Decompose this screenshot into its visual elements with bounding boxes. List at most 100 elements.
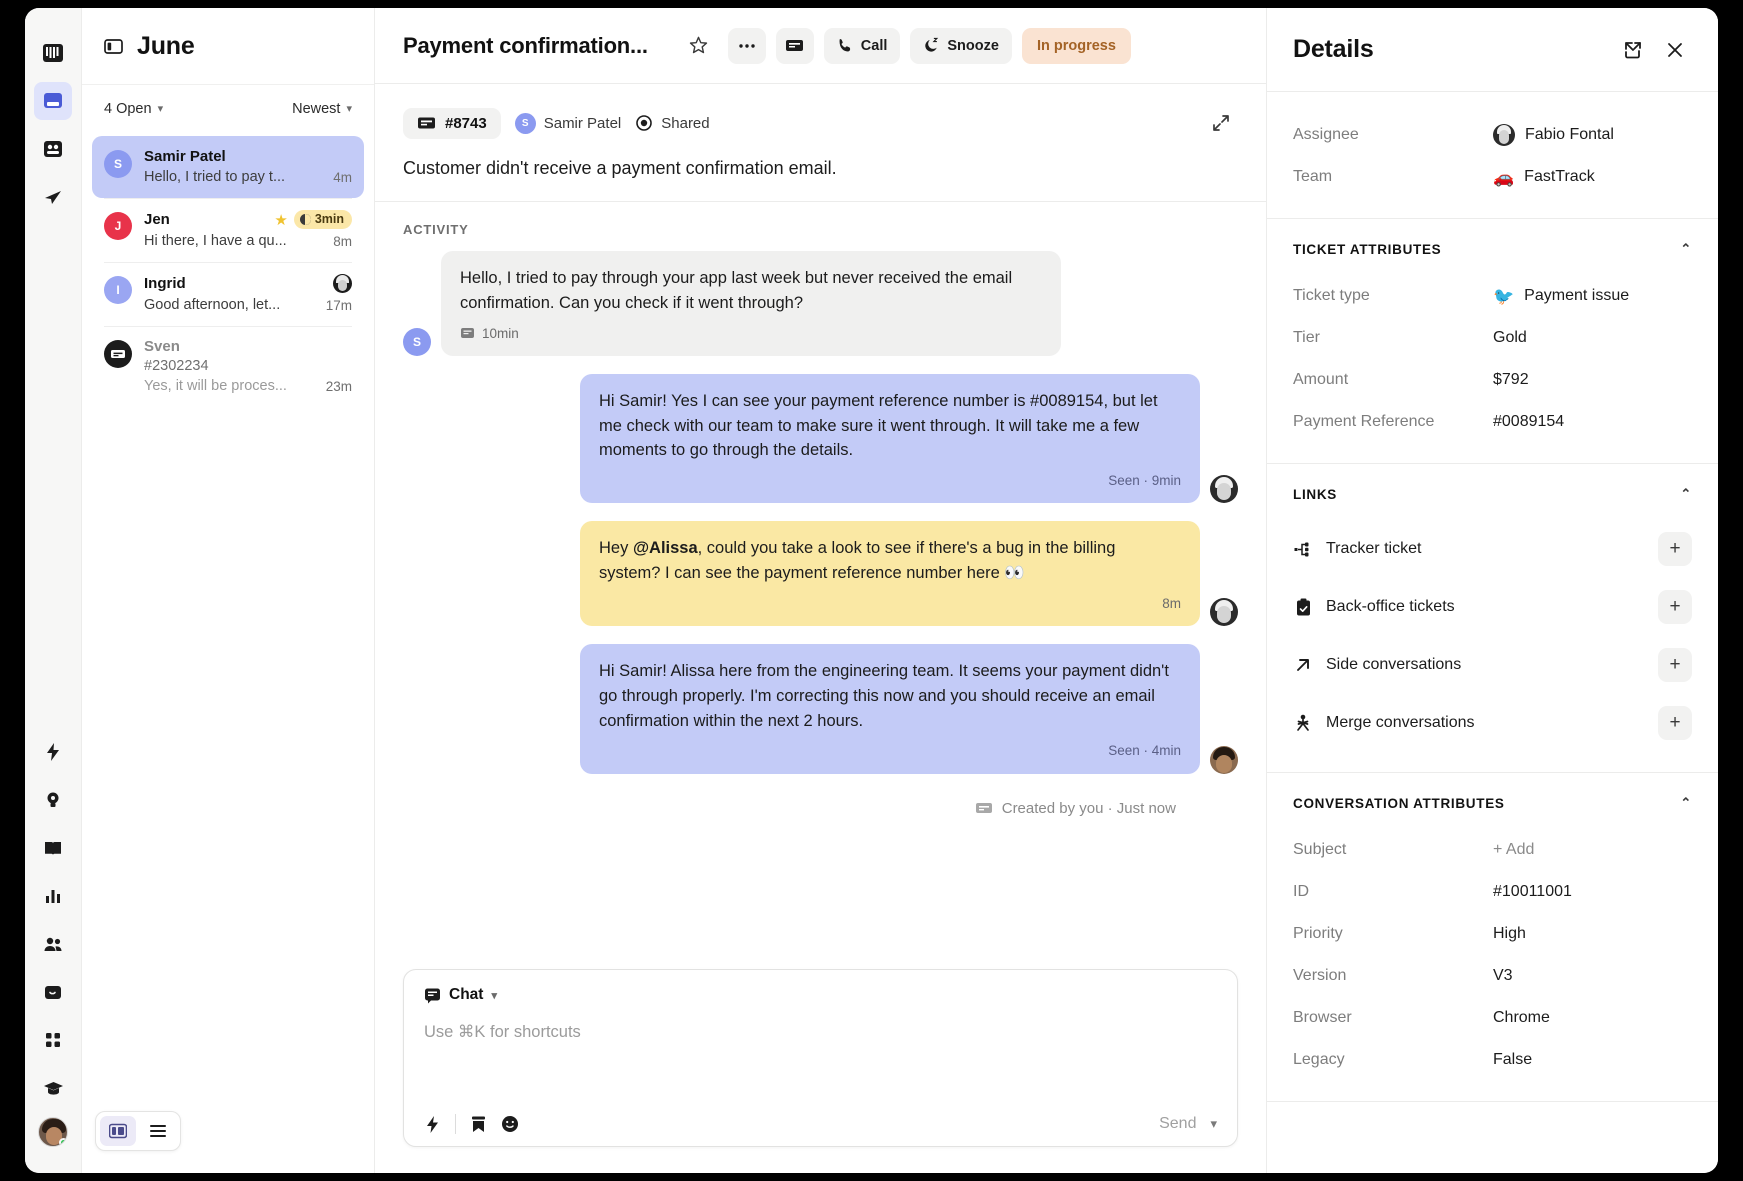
detail-value: 🐦 Payment issue [1493, 287, 1629, 305]
link-row-back-office-tickets[interactable]: Back-office tickets + [1293, 578, 1692, 636]
list-item[interactable]: S Samir Patel Hello, I tried to pay t...… [92, 136, 364, 198]
open-external-icon[interactable] [1616, 33, 1650, 67]
expand-button[interactable] [1204, 106, 1238, 140]
detail-row-id[interactable]: ID #10011001 [1293, 871, 1692, 913]
send-icon[interactable] [34, 178, 72, 216]
detail-row-browser[interactable]: Browser Chrome [1293, 997, 1692, 1039]
contacts-icon[interactable] [34, 130, 72, 168]
book-icon[interactable] [34, 829, 72, 867]
message-bubble[interactable]: Hello, I tried to pay through your app l… [441, 251, 1061, 356]
ticket-button[interactable] [775, 27, 814, 64]
list-item-time: 4m [333, 170, 352, 185]
logo-icon[interactable] [34, 34, 72, 72]
ticket-attributes-header[interactable]: TICKET ATTRIBUTES ⌃ [1293, 241, 1692, 257]
sort-filter[interactable]: Newest ▾ [292, 101, 352, 117]
message-meta: 10min [460, 324, 1042, 344]
emoji-icon[interactable] [501, 1115, 519, 1133]
apps-grid-icon[interactable] [34, 1021, 72, 1059]
car-icon: 🚗 [1493, 167, 1515, 187]
section-heading: TICKET ATTRIBUTES [1293, 241, 1442, 257]
star-button[interactable] [680, 28, 718, 64]
composer-mode-selector[interactable]: Chat ▾ [424, 986, 1217, 1004]
snooze-button[interactable]: Snooze [910, 27, 1012, 64]
details-top-section: Assignee Fabio Fontal Team 🚗 FastTrack [1267, 92, 1718, 219]
clipboard-icon [1293, 598, 1313, 617]
list-item[interactable]: I Ingrid Good afternoon, let... 17m [92, 262, 364, 326]
add-side-conversation-button[interactable]: + [1658, 648, 1692, 682]
academy-cap-icon[interactable] [34, 1069, 72, 1107]
detail-label: Team [1293, 168, 1333, 185]
mention-label[interactable]: @Alissa [633, 539, 698, 557]
conversation-attributes-header[interactable]: CONVERSATION ATTRIBUTES ⌃ [1293, 795, 1692, 811]
detail-row-payment-reference[interactable]: Payment Reference #0089154 [1293, 401, 1692, 443]
list-view-button[interactable] [140, 1116, 176, 1146]
status-badge[interactable]: In progress [1021, 27, 1131, 64]
ticket-number-label: #8743 [445, 114, 487, 132]
link-label: Tracker ticket [1326, 540, 1422, 557]
ticket-visibility[interactable]: Shared [635, 114, 710, 132]
avatar [1210, 598, 1238, 626]
detail-label: Browser [1293, 1009, 1352, 1026]
composer-input[interactable]: Use ⌘K for shortcuts [424, 1004, 1217, 1114]
list-item[interactable]: J Jen ★ 3min Hi there, I have a qu... 8m [92, 198, 364, 262]
ticket-customer[interactable]: S Samir Patel [514, 112, 621, 134]
detail-value-label: Chrome [1493, 1009, 1550, 1026]
detail-row-priority[interactable]: Priority High [1293, 913, 1692, 955]
call-button-label: Call [860, 37, 888, 54]
message-row: Hi Samir! Yes I can see your payment ref… [403, 373, 1238, 504]
chevron-up-icon[interactable]: ⌃ [1680, 795, 1692, 811]
note-text: Hey @Alissa, could you take a look to se… [599, 536, 1181, 586]
split-view-button[interactable] [100, 1116, 136, 1146]
bulb-icon[interactable] [34, 781, 72, 819]
send-button[interactable]: Send [1159, 1115, 1196, 1133]
detail-row-version[interactable]: Version V3 [1293, 955, 1692, 997]
add-back-office-ticket-button[interactable]: + [1658, 590, 1692, 624]
merge-icon [1293, 714, 1313, 733]
add-subject-button[interactable]: + Add [1493, 841, 1534, 859]
automation-icon[interactable] [34, 733, 72, 771]
detail-row-team[interactable]: Team 🚗 FastTrack [1293, 156, 1692, 198]
message-bubble[interactable]: Hi Samir! Yes I can see your payment ref… [580, 373, 1200, 504]
links-header[interactable]: LINKS ⌃ [1293, 486, 1692, 502]
status-filter[interactable]: 4 Open ▾ [104, 101, 163, 117]
list-item-ticket-id: #2302234 [144, 358, 209, 374]
detail-row-assignee[interactable]: Assignee Fabio Fontal [1293, 114, 1692, 156]
detail-row-amount[interactable]: Amount $792 [1293, 359, 1692, 401]
chevron-up-icon[interactable]: ⌃ [1680, 486, 1692, 502]
send-options-chevron-icon[interactable]: ▾ [1210, 1116, 1217, 1132]
messenger-icon[interactable] [34, 973, 72, 1011]
primary-nav-rail [25, 8, 82, 1173]
chevron-up-icon[interactable]: ⌃ [1680, 241, 1692, 257]
more-options-button[interactable] [727, 27, 766, 64]
chevron-down-icon: ▾ [346, 103, 352, 115]
detail-row-ticket-type[interactable]: Ticket type 🐦 Payment issue [1293, 275, 1692, 317]
panel-toggle-icon[interactable] [104, 37, 123, 56]
star-icon[interactable]: ★ [274, 211, 287, 229]
chart-icon[interactable] [34, 877, 72, 915]
note-bubble[interactable]: Hey @Alissa, could you take a look to se… [580, 521, 1200, 626]
list-item[interactable]: Sven #2302234 Yes, it will be proces... … [92, 326, 364, 407]
detail-row-tier[interactable]: Tier Gold [1293, 317, 1692, 359]
message-row: S Hello, I tried to pay through your app… [403, 251, 1238, 356]
toolbar-divider [455, 1114, 456, 1134]
link-row-side-conversations[interactable]: Side conversations + [1293, 636, 1692, 694]
add-tracker-ticket-button[interactable]: + [1658, 532, 1692, 566]
list-item-name: Samir Patel [144, 148, 226, 165]
detail-row-subject[interactable]: Subject + Add [1293, 829, 1692, 871]
people-icon[interactable] [34, 925, 72, 963]
ticket-number-chip[interactable]: #8743 [403, 107, 501, 139]
link-row-merge-conversations[interactable]: Merge conversations + [1293, 694, 1692, 752]
detail-row-legacy[interactable]: Legacy False [1293, 1039, 1692, 1081]
saved-reply-icon[interactable] [470, 1115, 487, 1134]
message-time: Seen · 4min [1108, 743, 1181, 759]
add-merge-conversation-button[interactable]: + [1658, 706, 1692, 740]
inbox-icon[interactable] [34, 82, 72, 120]
message-bubble[interactable]: Hi Samir! Alissa here from the engineeri… [580, 644, 1200, 774]
close-icon[interactable] [1658, 33, 1692, 67]
eye-icon [636, 115, 653, 131]
message-meta: Seen · 9min [599, 471, 1181, 491]
link-row-tracker-ticket[interactable]: Tracker ticket + [1293, 520, 1692, 578]
shortcuts-icon[interactable] [424, 1115, 441, 1134]
user-avatar[interactable] [38, 1117, 68, 1147]
call-button[interactable]: Call [823, 27, 901, 64]
